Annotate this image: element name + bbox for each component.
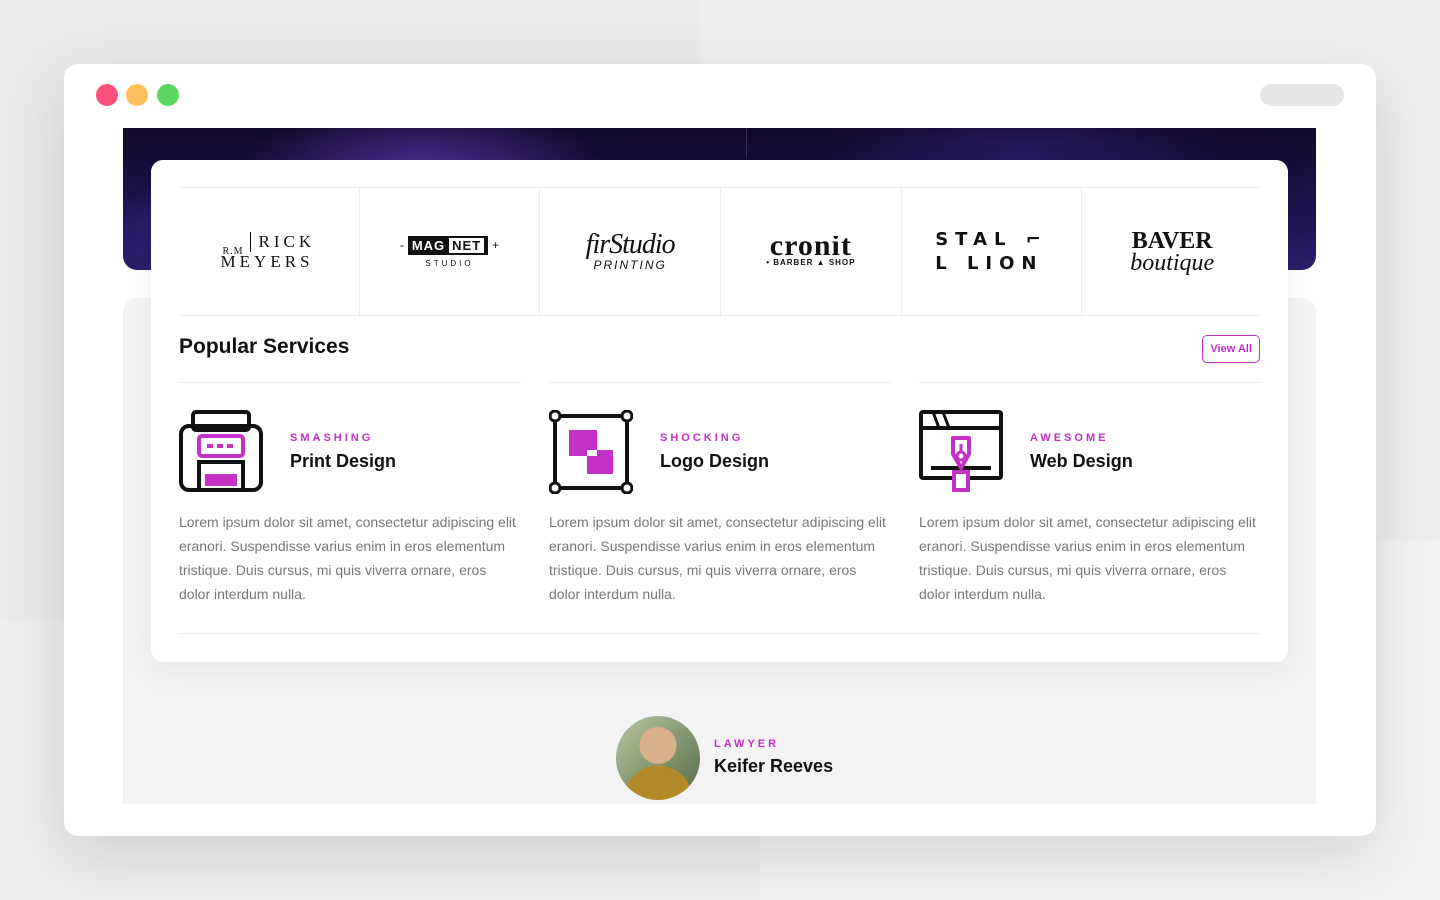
service-item[interactable]: SHOCKING Logo Design Lorem ipsum dolor s… [549, 382, 891, 602]
services-list: SMASHING Print Design Lorem ipsum dolor … [179, 382, 1262, 632]
logo-line1: STAL ⌐ [935, 228, 1048, 250]
browser-window: R.M RICK MEYERS - MAG NET + STUDIO firSt… [64, 64, 1376, 836]
close-window-button[interactable] [96, 84, 118, 106]
services-card: R.M RICK MEYERS - MAG NET + STUDIO firSt… [151, 160, 1288, 662]
section-title: Popular Services [179, 335, 350, 358]
service-tag: SHOCKING [660, 432, 744, 444]
hero-divider [746, 128, 747, 158]
logo-sub: PRINTING [593, 257, 667, 272]
logo-baver-boutique[interactable]: BAVER boutique [1082, 188, 1262, 315]
avatar [616, 716, 700, 800]
service-name[interactable]: Print Design [290, 451, 396, 472]
divider [179, 382, 521, 383]
address-bar[interactable] [1260, 84, 1344, 106]
divider [549, 382, 891, 383]
logo-firstudio[interactable]: firStudio PRINTING [540, 188, 722, 315]
logo-part1: MAG [411, 237, 446, 253]
view-all-button[interactable]: View All [1202, 335, 1260, 363]
printer-icon [179, 410, 263, 492]
service-description: Lorem ipsum dolor sit amet, consectetur … [919, 514, 1256, 602]
logo-plus: + [492, 238, 500, 252]
service-item[interactable]: SMASHING Print Design Lorem ipsum dolor … [179, 382, 521, 602]
vector-shapes-icon [549, 410, 633, 494]
service-name[interactable]: Logo Design [660, 451, 769, 472]
logo-sub: • BARBER ▲ SHOP [766, 258, 856, 267]
logo-magnet-studio[interactable]: - MAG NET + STUDIO [360, 188, 541, 315]
page-viewport: R.M RICK MEYERS - MAG NET + STUDIO firSt… [96, 128, 1344, 804]
divider [919, 382, 1261, 383]
logo-dash: - [399, 238, 404, 252]
minimize-window-button[interactable] [126, 84, 148, 106]
service-item[interactable]: AWESOME Web Design Lorem ipsum dolor sit… [919, 382, 1261, 602]
maximize-window-button[interactable] [157, 84, 179, 106]
service-description: Lorem ipsum dolor sit amet, consectetur … [179, 514, 516, 602]
logo-line2: MEYERS [220, 251, 314, 271]
logo-line2: L LION [935, 252, 1044, 274]
service-name[interactable]: Web Design [1030, 451, 1133, 472]
service-tag: AWESOME [1030, 432, 1109, 444]
testimonial-name: Keifer Reeves [714, 756, 834, 776]
logo-cronit[interactable]: cronit • BARBER ▲ SHOP [721, 188, 902, 315]
service-tag: SMASHING [290, 432, 374, 444]
divider [179, 633, 1262, 634]
logo-line1: RICK [258, 231, 316, 251]
logo-part2: NET [449, 237, 485, 253]
logo-rick-meyers[interactable]: R.M RICK MEYERS [179, 188, 360, 315]
logo-stal-lion[interactable]: STAL ⌐ L LION [902, 188, 1083, 315]
logo-title: firStudio [585, 228, 676, 260]
client-logos: R.M RICK MEYERS - MAG NET + STUDIO firSt… [179, 187, 1262, 316]
pen-tool-window-icon [919, 410, 1003, 492]
logo-title: cronit [769, 236, 852, 256]
logo-sub: STUDIO [425, 258, 474, 268]
logo-divider [249, 231, 251, 252]
logo-box: MAG NET [407, 235, 489, 255]
logo-line1: BAVER [1131, 227, 1213, 254]
testimonial-role: LAWYER [714, 738, 780, 750]
service-description: Lorem ipsum dolor sit amet, consectetur … [549, 514, 886, 602]
logo-line2: boutique [1130, 249, 1215, 276]
